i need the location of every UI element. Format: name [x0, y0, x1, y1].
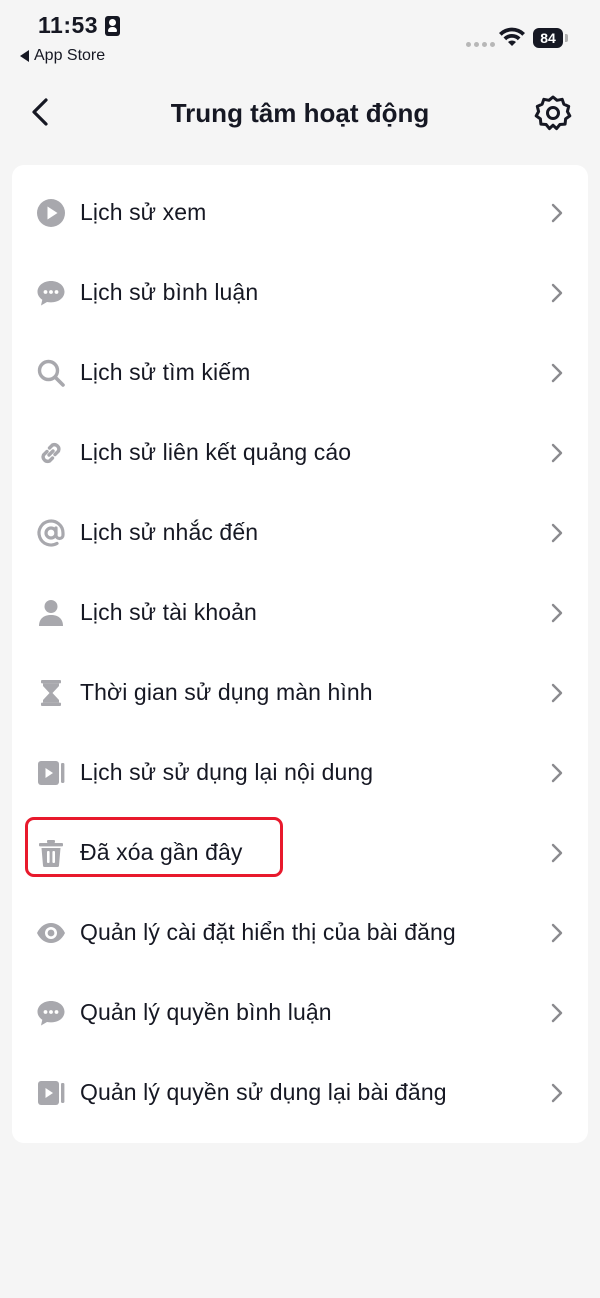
menu-item-post-reuse-permissions[interactable]: Quản lý quyền sử dụng lại bài đăng [12, 1053, 588, 1133]
cellular-signal-icon [466, 42, 495, 47]
hourglass-icon [41, 680, 61, 706]
menu-item-label: Lịch sử nhắc đến [80, 519, 259, 545]
menu-item-label: Quản lý quyền bình luận [80, 999, 332, 1025]
menu-item-label: Lịch sử tìm kiếm [80, 359, 251, 385]
back-app-label: App Store [34, 47, 106, 64]
chevron-right-icon [551, 603, 563, 623]
menu-item-comment-permissions[interactable]: Quản lý quyền bình luận [12, 973, 588, 1053]
menu-item-comment-history[interactable]: Lịch sử bình luận [12, 253, 588, 333]
battery-tip [565, 34, 568, 42]
chevron-right-icon [551, 1083, 563, 1103]
reuse-video-icon [38, 1081, 65, 1105]
menu-item-label: Lịch sử sử dụng lại nội dung [80, 759, 374, 785]
menu-item-label: Lịch sử bình luận [80, 279, 259, 305]
search-icon [37, 359, 65, 387]
chevron-right-icon [551, 283, 563, 303]
chevron-right-icon [551, 683, 563, 703]
menu-item-post-visibility-settings[interactable]: Quản lý cài đặt hiển thị của bài đăng [12, 893, 588, 973]
link-icon [41, 442, 61, 464]
reuse-video-icon [38, 761, 65, 785]
menu-item-account-history[interactable]: Lịch sử tài khoản [12, 573, 588, 653]
back-triangle-icon [20, 50, 29, 62]
chevron-right-icon [551, 1003, 563, 1023]
menu-item-mention-history[interactable]: Lịch sử nhắc đến [12, 493, 588, 573]
menu-item-label: Quản lý cài đặt hiển thị của bài đăng [80, 919, 456, 945]
menu-item-label: Lịch sử xem [80, 199, 207, 225]
menu-item-label: Lịch sử liên kết quảng cáo [80, 439, 352, 465]
menu-item-ad-link-history[interactable]: Lịch sử liên kết quảng cáo [12, 413, 588, 493]
status-time: 11:53 [38, 12, 99, 38]
comment-icon [37, 281, 65, 306]
chevron-right-icon [551, 763, 563, 783]
menu-item-reuse-content-history[interactable]: Lịch sử sử dụng lại nội dung [12, 733, 588, 813]
gear-icon[interactable] [534, 94, 572, 132]
menu-item-label: Thời gian sử dụng màn hình [80, 679, 373, 705]
menu-item-search-history[interactable]: Lịch sử tìm kiếm [12, 333, 588, 413]
chevron-right-icon [551, 363, 563, 383]
menu-item-label: Lịch sử tài khoản [80, 599, 257, 625]
eye-icon [37, 923, 65, 943]
portrait-lock-icon [105, 16, 120, 36]
page-title: Trung tâm hoạt động [170, 98, 430, 128]
activity-menu-card: Lịch sử xem Lịch sử bình luận Lịch sử tì… [12, 165, 588, 1143]
menu-item-label: Quản lý quyền sử dụng lại bài đăng [80, 1079, 447, 1105]
status-bar: 11:53 App Store 84 [0, 0, 600, 75]
menu-item-screen-time[interactable]: Thời gian sử dụng màn hình [12, 653, 588, 733]
at-icon [37, 519, 65, 547]
play-circle-icon [37, 199, 65, 227]
chevron-right-icon [551, 203, 563, 223]
chevron-right-icon [551, 843, 563, 863]
person-icon [39, 600, 63, 626]
menu-item-watch-history[interactable]: Lịch sử xem [12, 173, 588, 253]
back-to-app-store[interactable]: App Store [20, 47, 105, 65]
chevron-right-icon [551, 443, 563, 463]
highlight-annotation [25, 817, 283, 877]
chevron-right-icon [551, 923, 563, 943]
chevron-right-icon [551, 523, 563, 543]
wifi-icon [499, 27, 525, 46]
nav-header: Trung tâm hoạt động [0, 80, 600, 144]
battery-indicator: 84 [533, 28, 563, 48]
comment-icon [37, 1001, 65, 1026]
